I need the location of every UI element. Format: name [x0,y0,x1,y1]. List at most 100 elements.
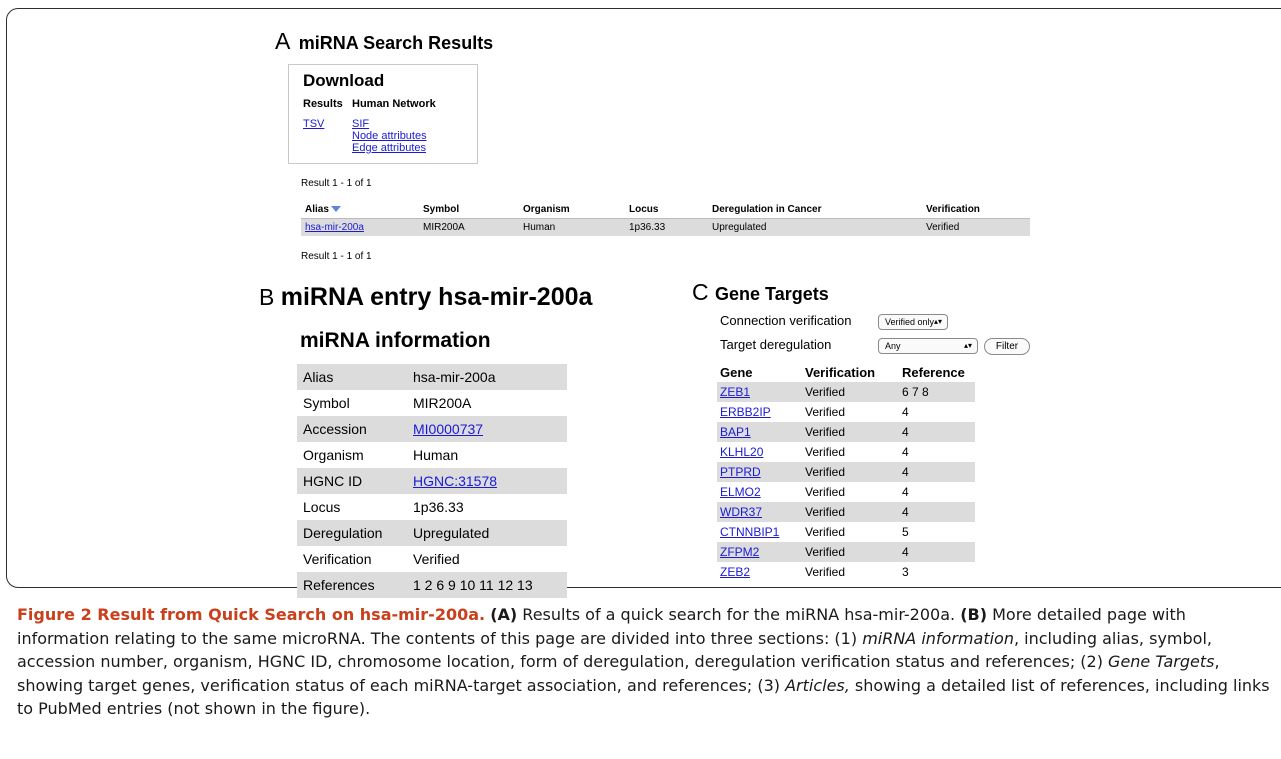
reference-cell: 4 [899,542,975,562]
info-key: Accession [297,416,407,442]
verification-cell: Verified [805,485,846,499]
verification-cell: Verified [802,502,899,522]
gene-link[interactable]: ERBB2IP [720,405,771,419]
figure-label: Figure 2 Result from Quick Search on hsa… [17,605,486,624]
caption-em-mirna-information: miRNA information [862,628,1014,648]
table-row: ERBB2IP Verified 4 [717,402,975,422]
verification-cell: Verified [802,422,899,442]
table-row: WDR37 Verified 4 [717,502,975,522]
target-deregulation-select[interactable]: Any ▴▾ [878,338,978,354]
info-key: HGNC ID [297,468,407,494]
accession-link[interactable]: MI0000737 [413,421,483,437]
connection-verification-value: Verified only [885,317,935,327]
sif-download-link[interactable]: SIF [352,118,427,130]
reference-cell: 4 [902,445,909,459]
table-row: ZEB1 Verified 6 7 8 [717,382,975,402]
col-deregulation-header[interactable]: Deregulation in Cancer [708,201,922,219]
caption-a-text: Results of a quick search for the miRNA … [517,605,961,624]
panel-a-title: miRNA Search Results [298,33,494,53]
gene-link[interactable]: ZEB1 [720,385,750,399]
gene-link[interactable]: BAP1 [720,425,751,439]
verification-cell: Verified [802,542,899,562]
select-arrows-icon: ▴▾ [963,341,972,350]
connection-verification-select[interactable]: Verified only ▴▾ [878,314,948,330]
verification-cell: Verified [922,218,1030,236]
info-key: Verification [303,551,372,567]
target-deregulation-value: Any [885,341,901,351]
connection-verification-label: Connection verification [720,313,852,328]
col-organism-header[interactable]: Organism [519,201,625,219]
table-row: CTNNBIP1 Verified 5 [717,522,975,542]
info-row-locus: Locus 1p36.33 [297,494,567,520]
node-attributes-link[interactable]: Node attributes [352,130,427,142]
info-key: Locus [303,499,341,515]
network-links: SIF Node attributes Edge attributes [352,118,427,154]
caption-em-gene-targets: Gene Targets [1108,652,1215,671]
sort-desc-icon[interactable] [330,206,341,213]
gene-link[interactable]: WDR37 [720,505,762,519]
info-value: Upregulated [407,520,567,546]
col-reference-header: Reference [902,364,965,380]
reference-cell: 6 7 8 [899,382,975,402]
hgnc-link[interactable]: HGNC:31578 [413,473,497,489]
tsv-download-link[interactable]: TSV [303,118,324,130]
col-verification-header: Verification [805,364,876,380]
panel-a-heading: A miRNA Search Results [275,28,493,55]
download-title: Download [303,71,385,90]
col-symbol-header[interactable]: Symbol [419,201,519,219]
reference-cell: 4 [902,405,909,419]
locus-cell: 1p36.33 [625,218,708,236]
mirna-information-title: miRNA information [300,329,491,352]
col-alias-header[interactable]: Alias [301,201,419,219]
figure-frame [6,8,1281,588]
reference-cell: 4 [899,462,975,482]
mirna-info-table: Alias hsa-mir-200a Symbol MIR200A Accessio… [297,364,567,598]
verification-cell: Verified [805,565,846,579]
result-count-top: Result 1 - 1 of 1 [301,178,372,189]
verification-cell: Verified [802,462,899,482]
info-row-accession: Accession MI0000737 [297,416,567,442]
gene-link[interactable]: ZEB2 [720,565,750,579]
filter-button[interactable]: Filter [984,338,1030,355]
info-row-deregulation: Deregulation Upregulated [297,520,567,546]
panel-c-heading: C Gene Targets [692,279,829,306]
select-arrows-icon: ▴▾ [933,317,942,326]
edge-attributes-link[interactable]: Edge attributes [352,142,427,154]
info-row-references: References 1 2 6 9 10 11 12 13 [297,572,567,598]
result-count-bottom: Result 1 - 1 of 1 [301,251,372,262]
gene-link[interactable]: PTPRD [720,465,761,479]
info-row-hgnc: HGNC ID HGNC:31578 [297,468,567,494]
deregulation-cell: Upregulated [708,218,922,236]
panel-c-title: Gene Targets [715,284,829,304]
reference-cell: 5 [902,525,909,539]
info-row-organism: Organism Human [297,442,567,468]
table-row: ELMO2 Verified 4 [717,482,975,502]
col-locus-header[interactable]: Locus [625,201,708,219]
col-verification-header[interactable]: Verification [922,201,1030,219]
table-row: BAP1 Verified 4 [717,422,975,442]
reference-cell: 4 [902,485,909,499]
symbol-cell: MIR200A [419,218,519,236]
reference-cell: 3 [902,565,909,579]
gene-link[interactable]: ELMO2 [720,485,761,499]
info-key: Organism [303,447,364,463]
gene-link[interactable]: ZFPM2 [720,545,759,559]
download-box: Download Results Human Network TSV SIF N… [288,64,478,164]
table-row: hsa-mir-200a MIR200A Human 1p36.33 Upreg… [301,218,1030,236]
download-network-header: Human Network [352,98,436,110]
info-key: Alias [297,364,407,390]
gene-targets-table: Gene Verification Reference ZEB1 Verified… [717,362,975,582]
panel-c-letter: C [692,279,709,305]
table-row: PTPRD Verified 4 [717,462,975,482]
results-header-row: Alias Symbol Organism Locus Deregulation… [301,201,1030,219]
info-row-alias: Alias hsa-mir-200a [297,364,567,390]
verification-cell: Verified [805,405,846,419]
info-value: hsa-mir-200a [407,364,567,390]
verification-cell: Verified [802,382,899,402]
caption-b-label: (B) [960,605,988,624]
info-row-verification: Verification Verified [297,546,567,572]
gene-link[interactable]: CTNNBIP1 [720,525,779,539]
gene-link[interactable]: KLHL20 [720,445,763,459]
col-gene-header: Gene [720,364,753,380]
alias-link[interactable]: hsa-mir-200a [305,222,364,233]
